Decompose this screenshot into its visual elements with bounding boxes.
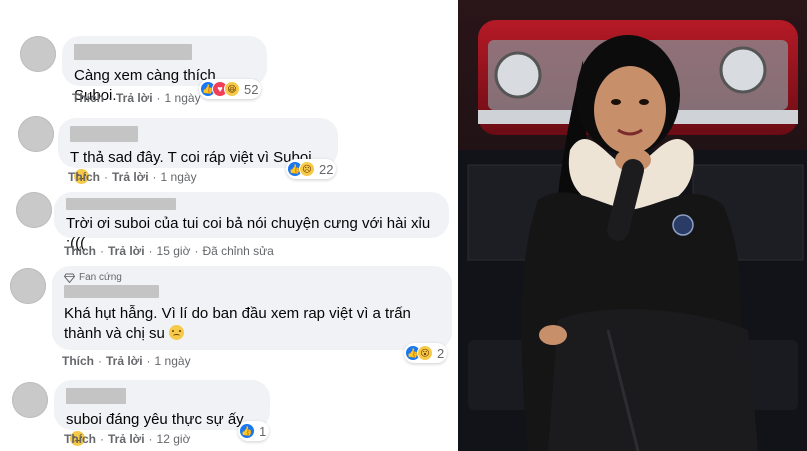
- reply-link[interactable]: Trả lời: [112, 170, 149, 184]
- car-headlight-left: [494, 51, 542, 99]
- reaction-count: 2: [437, 345, 445, 361]
- comment-bubble: Fan cứng Khá hụt hẫng. Vì lí do ban đầu …: [52, 266, 452, 350]
- reply-link[interactable]: Trả lời: [116, 91, 153, 105]
- reply-link[interactable]: Trả lời: [108, 432, 145, 446]
- like-reaction-icon: 👍: [239, 423, 255, 439]
- avatar[interactable]: [18, 116, 54, 152]
- haha-reaction-icon: 😆: [224, 81, 240, 97]
- comment-text: T thả sad đây. T coi ráp việt vì Suboi: [70, 149, 312, 166]
- redacted-author-name[interactable]: [64, 285, 159, 298]
- redacted-author-name[interactable]: [66, 198, 176, 210]
- redacted-author-name[interactable]: [66, 388, 126, 404]
- comment-text: Khá hụt hẫng. Vì lí do ban đầu xem rap v…: [64, 305, 411, 342]
- like-link[interactable]: Thích: [64, 432, 96, 446]
- reaction-summary[interactable]: 👍 1: [238, 421, 270, 441]
- comment-actions: Thích · Trả lời · 1 ngày: [62, 354, 191, 368]
- reaction-count: 1: [259, 423, 267, 439]
- avatar[interactable]: [20, 36, 56, 72]
- timestamp[interactable]: 12 giờ: [157, 432, 191, 446]
- reaction-summary[interactable]: 👍 😮 2: [404, 343, 448, 363]
- wow-reaction-icon: 😮: [417, 345, 433, 361]
- reply-link[interactable]: Trả lời: [108, 244, 145, 258]
- comment-actions: Thích · Trả lời · 1 ngày: [72, 91, 201, 105]
- comment-thread: Càng xem càng thích Suboi. 👍 ♥ 😆 52 Thíc…: [0, 0, 458, 451]
- timestamp[interactable]: 1 ngày: [161, 170, 197, 184]
- timestamp[interactable]: 1 ngày: [155, 354, 191, 368]
- portrait-photo: [458, 0, 807, 451]
- sad-reaction-icon: ☹: [299, 161, 315, 177]
- jacket-emblem: [672, 214, 694, 236]
- edited-label[interactable]: Đã chỉnh sửa: [202, 244, 273, 258]
- reply-link[interactable]: Trả lời: [106, 354, 143, 368]
- like-link[interactable]: Thích: [64, 244, 96, 258]
- avatar[interactable]: [12, 382, 48, 418]
- like-link[interactable]: Thích: [62, 354, 94, 368]
- like-link[interactable]: Thích: [68, 170, 100, 184]
- comment-actions: Thích · Trả lời · 12 giờ: [64, 432, 191, 446]
- avatar[interactable]: [10, 268, 46, 304]
- comment-actions: Thích · Trả lời · 1 ngày: [68, 170, 197, 184]
- reaction-count: 22: [319, 161, 334, 177]
- like-link[interactable]: Thích: [72, 91, 104, 105]
- comment-bubble: suboi đáng yêu thực sự ấy: [54, 380, 270, 446]
- face: [594, 66, 666, 154]
- reaction-summary[interactable]: 👍 ♥ 😆 52: [199, 79, 262, 99]
- redacted-author-name[interactable]: [74, 44, 192, 60]
- top-fan-badge[interactable]: Fan cứng: [64, 272, 440, 283]
- reaction-count: 52: [244, 81, 259, 97]
- timestamp[interactable]: 15 giờ: [157, 244, 191, 258]
- diamond-icon: [64, 273, 75, 283]
- comment-bubble: Trời ơi suboi của tui coi bả nói chuyện …: [54, 192, 449, 252]
- reaction-summary[interactable]: 👍 ☹ 22: [286, 159, 337, 179]
- disappointed-face-emoji-icon: [168, 325, 184, 340]
- timestamp[interactable]: 1 ngày: [165, 91, 201, 105]
- avatar[interactable]: [16, 192, 52, 228]
- redacted-author-name[interactable]: [70, 126, 138, 142]
- comment-actions: Thích · Trả lời · 15 giờ · Đã chỉnh sửa: [64, 244, 274, 258]
- comment-text: suboi đáng yêu thực sự ấy: [66, 411, 244, 428]
- badge-label: Fan cứng: [79, 272, 122, 283]
- car-headlight-right: [719, 46, 767, 94]
- portrait-illustration: [458, 0, 807, 451]
